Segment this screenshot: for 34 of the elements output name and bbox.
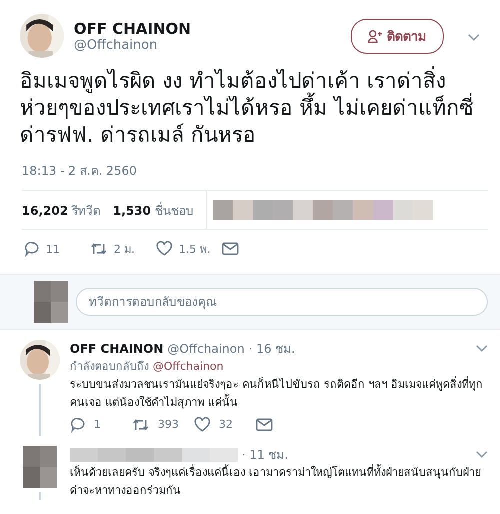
- action-count: 1.5 พ.: [179, 242, 210, 258]
- chevron-icon[interactable]: [468, 34, 480, 42]
- action-count: 2 ม.: [114, 242, 135, 258]
- author-handle: @Offchainon: [74, 38, 159, 52]
- heart-icon[interactable]: [194, 417, 211, 433]
- action-count: 393: [158, 417, 179, 433]
- replying-label: กำลังตอบกลับถึง: [70, 359, 149, 375]
- reply-author-handle: @Offchainon: [168, 341, 245, 358]
- reply-input[interactable]: ทวีตการตอบกลับของคุณ: [76, 288, 488, 316]
- envelope-icon[interactable]: [222, 242, 239, 256]
- reply-icon[interactable]: [70, 417, 86, 433]
- stat-count[interactable]: 1,530 ชื่นชอบ: [113, 200, 194, 220]
- retweet-icon[interactable]: [132, 417, 150, 433]
- envelope-icon[interactable]: [256, 418, 273, 432]
- action-count: 1: [94, 417, 101, 433]
- reply-time: · 16 ชม.: [248, 341, 296, 358]
- chevron-icon[interactable]: [476, 345, 488, 353]
- heart-icon[interactable]: [156, 241, 173, 257]
- author-name: OFF CHAINON: [74, 20, 192, 38]
- action-count: 32: [219, 417, 233, 433]
- reply-text: ระบบขนส่งมวลชนเรามันแย่จริงๆอะ คนก็หนีไปขับรถ รถติดอีก ฯลฯ อิมเมจแค่พูดสิ่งที่ทุกคนเจอ แต่น้องใช้คำไม่สุภาพ แค่นั้น: [70, 376, 484, 411]
- reply-time: · 11 ชม.: [242, 447, 289, 464]
- stat-count[interactable]: 16,202 รีทวีต: [22, 200, 102, 220]
- reply-icon[interactable]: [24, 241, 40, 257]
- chevron-icon[interactable]: [476, 451, 488, 459]
- add-person-icon: [368, 30, 382, 42]
- reply-author-name: OFF CHAINON: [70, 341, 164, 358]
- mention-link[interactable]: @Offchainon: [153, 358, 224, 376]
- retweet-icon[interactable]: [90, 241, 108, 257]
- action-count: 11: [46, 242, 60, 256]
- tweet-text: อิมเมจพูดไรผิด งง ทำไมต้องไปด่าเค้า เราด่าสิ่งห่วยๆของประเทศเราไม่ได้หรอ หึ้ม ไม่เคยด่าแท็กซี่ ด่ารฟฟ. ด่ารถเมล์ กันหรอ: [0, 58, 500, 149]
- follow-button[interactable]: ติดตาม: [351, 18, 444, 54]
- reply-text: เห็นด้วยเลยครับ จริงๆแค่เรื่องแค่นี้เอง เอามาดราม่าใหญ่โตแทนที่ทั้งฝ่ายสนับสนุนกับฝ่ายด่าจะหาทางออกร่วมกัน: [70, 464, 482, 499]
- tweet-timestamp: 18:13 - 2 ส.ค. 2560: [21, 163, 138, 180]
